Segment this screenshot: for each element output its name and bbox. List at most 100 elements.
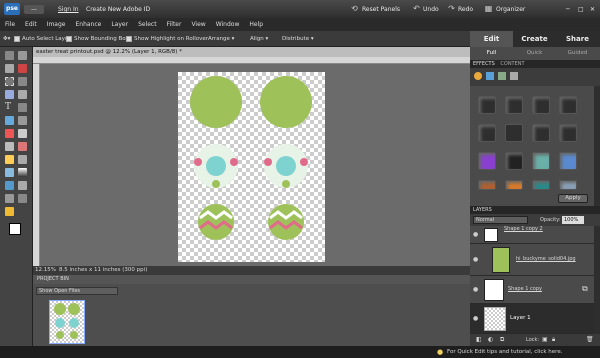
effect-thumb[interactable] xyxy=(505,180,523,190)
window-maximize-icon[interactable]: □ xyxy=(578,5,584,14)
visibility-eye-icon[interactable]: ● xyxy=(473,256,478,263)
brush-tool-icon[interactable] xyxy=(5,155,14,164)
gradient-tool-icon[interactable] xyxy=(18,168,27,177)
lock-transparency-icon[interactable]: ▣ xyxy=(542,336,548,343)
effect-thumb[interactable] xyxy=(505,152,523,170)
paint-bucket-tool-icon[interactable] xyxy=(5,168,14,177)
smart-brush-tool-icon[interactable] xyxy=(18,155,27,164)
effects-tab[interactable]: EFFECTS xyxy=(473,61,495,67)
layer-name[interactable]: Shape 1 copy 2 xyxy=(504,226,543,232)
tab-quick[interactable]: Quick xyxy=(513,47,556,60)
redo-button[interactable]: Redo xyxy=(458,5,473,14)
sign-in-link[interactable]: Sign In xyxy=(58,5,79,14)
healing-brush-tool-icon[interactable] xyxy=(18,129,27,138)
smart-fill-tool-icon[interactable] xyxy=(5,207,14,216)
menu-layer[interactable]: Layer xyxy=(106,18,133,31)
layer-name[interactable]: Layer 1 xyxy=(510,315,531,321)
highlight-checkbox[interactable] xyxy=(126,35,132,42)
menu-file[interactable]: File xyxy=(0,18,20,31)
clone-stamp-tool-icon[interactable] xyxy=(5,142,14,151)
tab-full[interactable]: Full xyxy=(470,47,513,60)
layers-scrollbar[interactable] xyxy=(594,226,600,334)
visibility-eye-icon[interactable]: ● xyxy=(473,315,478,322)
effect-thumb[interactable] xyxy=(478,180,496,190)
effects-all-icon[interactable] xyxy=(509,72,518,80)
effect-thumb[interactable] xyxy=(532,152,550,170)
menu-select[interactable]: Select xyxy=(133,18,162,31)
cookie-cutter-tool-icon[interactable] xyxy=(5,116,14,125)
layer-row[interactable]: ● Shape 1 copy 2 xyxy=(470,226,594,244)
effect-thumb[interactable] xyxy=(478,96,496,114)
visibility-eye-icon[interactable]: ● xyxy=(473,286,478,293)
lasso-tool-icon[interactable] xyxy=(18,77,27,86)
align-dropdown[interactable]: Align ▾ xyxy=(250,35,268,43)
blur-tool-icon[interactable] xyxy=(18,181,27,190)
window-close-icon[interactable]: ✕ xyxy=(590,5,595,14)
link-layers-icon[interactable]: ⧉ xyxy=(500,336,504,344)
menu-window[interactable]: Window xyxy=(211,18,245,31)
effects-scrollbar[interactable] xyxy=(594,86,600,216)
highlight-option[interactable]: Show Highlight on Rollover xyxy=(126,35,208,43)
content-tab[interactable]: CONTENT xyxy=(500,61,524,67)
type-tool-icon[interactable]: T xyxy=(5,103,14,112)
tab-guided[interactable]: Guided xyxy=(556,47,599,60)
delete-layer-icon[interactable]: 🗑︎ xyxy=(586,336,594,343)
effect-thumb[interactable] xyxy=(559,152,577,170)
menu-view[interactable]: View xyxy=(186,18,210,31)
effect-thumb[interactable] xyxy=(505,96,523,114)
effects-photo-icon[interactable] xyxy=(497,72,506,80)
lock-all-icon[interactable]: 🔒︎ xyxy=(552,336,555,344)
distribute-dropdown[interactable]: Distribute ▾ xyxy=(282,35,314,43)
foreground-color-swatch[interactable] xyxy=(9,223,21,235)
tab-edit[interactable]: Edit xyxy=(470,31,513,47)
menu-enhance[interactable]: Enhance xyxy=(70,18,106,31)
document-tab[interactable]: easter treat printout.psd @ 12.2% (Layer… xyxy=(33,47,470,57)
minimize-button[interactable]: — xyxy=(24,5,44,14)
layer-row[interactable]: ● hi_buckyme_solid04.jpg xyxy=(470,244,594,276)
undo-button[interactable]: Undo xyxy=(423,5,439,14)
zoom-tool-icon[interactable] xyxy=(5,51,14,60)
show-open-files-select[interactable]: Show Open Files xyxy=(36,287,118,295)
effect-thumb[interactable] xyxy=(559,180,577,190)
hand-tool-icon[interactable] xyxy=(18,51,27,60)
bounding-box-option[interactable]: Show Bounding Box xyxy=(66,35,129,43)
quick-selection-tool-icon[interactable] xyxy=(18,90,27,99)
marquee-tool-icon[interactable] xyxy=(5,77,14,86)
zoom-level[interactable]: 12.15% xyxy=(35,266,56,275)
eraser-tool-icon[interactable] xyxy=(18,142,27,151)
layer-row-selected[interactable]: ● Layer 1 xyxy=(470,304,594,334)
effect-thumb[interactable] xyxy=(532,96,550,114)
effect-thumb[interactable] xyxy=(478,152,496,170)
new-layer-icon[interactable]: ◧ xyxy=(476,336,482,343)
window-minimize-icon[interactable]: ─ xyxy=(566,5,570,14)
menu-help[interactable]: Help xyxy=(244,18,268,31)
menu-filter[interactable]: Filter xyxy=(162,18,187,31)
effects-filters-icon[interactable] xyxy=(474,72,482,80)
blend-mode-select[interactable]: Normal xyxy=(473,216,528,224)
apply-button[interactable]: Apply xyxy=(558,194,588,203)
arrange-dropdown[interactable]: Arrange ▾ xyxy=(208,35,234,43)
magic-wand-tool-icon[interactable] xyxy=(5,90,14,99)
effect-thumb[interactable] xyxy=(559,124,577,142)
menu-edit[interactable]: Edit xyxy=(20,18,42,31)
tab-share[interactable]: Share xyxy=(556,31,599,47)
bounding-box-checkbox[interactable] xyxy=(66,35,72,42)
organizer-button[interactable]: Organizer xyxy=(496,5,525,14)
create-adobe-id-link[interactable]: Create New Adobe ID xyxy=(86,5,150,14)
auto-select-option[interactable]: Auto Select Layer xyxy=(14,35,71,43)
reset-panels-button[interactable]: Reset Panels xyxy=(362,5,400,14)
quick-edit-tip-link[interactable]: For Quick Edit tips and tutorial, click … xyxy=(447,346,562,358)
sponge-tool-icon[interactable] xyxy=(5,194,14,203)
open-file-thumbnail[interactable] xyxy=(49,300,85,344)
effect-thumb[interactable] xyxy=(505,124,523,142)
auto-select-checkbox[interactable] xyxy=(14,35,20,42)
crop-tool-icon[interactable] xyxy=(18,103,27,112)
move-tool-icon[interactable] xyxy=(5,64,14,73)
visibility-eye-icon[interactable]: ● xyxy=(473,231,478,238)
adjustment-layer-icon[interactable]: ◐ xyxy=(488,336,493,343)
effect-thumb[interactable] xyxy=(532,180,550,190)
effect-thumb[interactable] xyxy=(478,124,496,142)
menu-image[interactable]: Image xyxy=(42,18,71,31)
layer-name[interactable]: hi_buckyme_solid04.jpg xyxy=(516,256,576,262)
effect-thumb[interactable] xyxy=(559,96,577,114)
